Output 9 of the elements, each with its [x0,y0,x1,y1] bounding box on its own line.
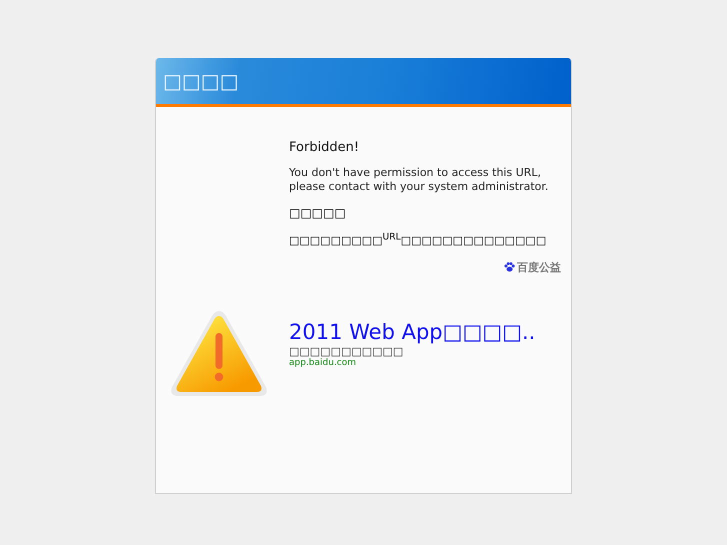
ad-link[interactable]: 2011 Web App□□□□.. [289,318,561,345]
error-heading-cn: □□□□□ [289,206,347,220]
ad-url: app.baidu.com [289,358,358,368]
error-heading: Forbidden! [289,140,360,155]
error-message-cn: □□□□□□□□□$^{URL}$□□□□□□□□□□□□□□ [289,231,548,247]
error-message: You don't have permission to access this URL, please contact with your system administrator. [289,166,550,194]
ad-description: □□□□□□□□□□□ [289,344,404,358]
window-title: □□□□ [163,69,239,93]
baidu-charity-logo: 百度公益 [504,260,561,275]
